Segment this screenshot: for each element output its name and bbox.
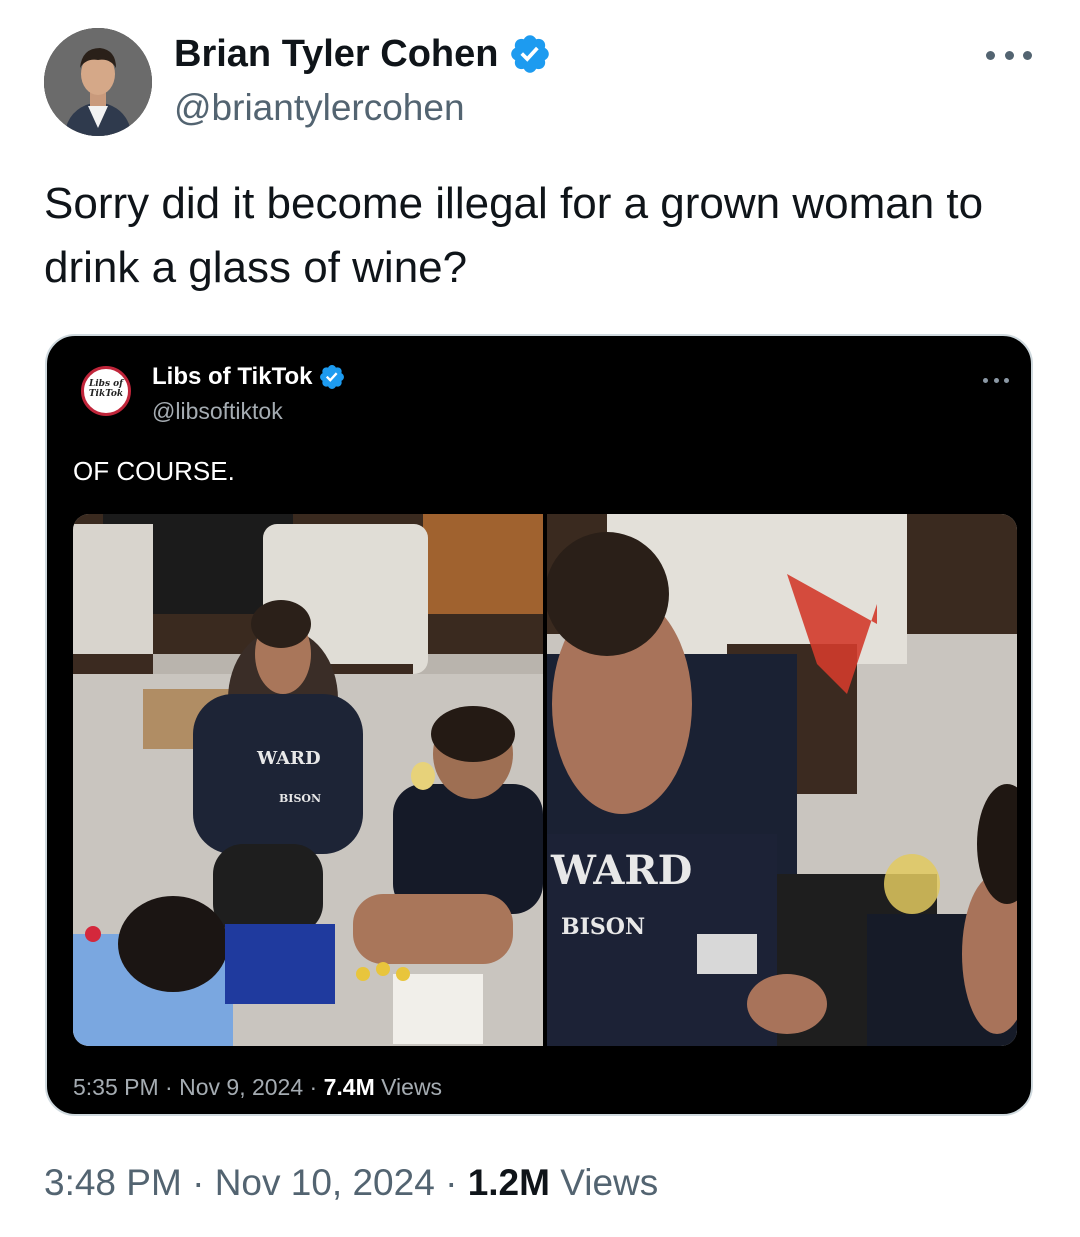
tweet-meta-separator-2: · [445, 1162, 458, 1203]
quoted-author-avatar[interactable]: Libs of TikTok [81, 366, 131, 416]
shirt-subtext-2: BISON [561, 914, 645, 940]
verified-badge-icon [511, 35, 550, 73]
quoted-name-row: Libs of TikTok [152, 363, 346, 391]
quoted-verified-badge-icon [320, 365, 345, 389]
quoted-views-label: Views [381, 1074, 443, 1100]
tweet-time[interactable]: 3:48 PM [44, 1162, 182, 1203]
tweet-meta-separator-1: · [192, 1162, 205, 1203]
shirt-subtext-1: BISON [279, 792, 321, 805]
tweet-date[interactable]: Nov 10, 2024 [215, 1162, 435, 1203]
quoted-date[interactable]: Nov 9, 2024 [179, 1074, 303, 1100]
quoted-meta-separator-1: · [165, 1074, 173, 1100]
quoted-meta-separator-2: · [309, 1074, 318, 1100]
tweet-meta: 3:48 PM · Nov 10, 2024 · 1.2M Views [44, 1162, 658, 1204]
quoted-tweet-card[interactable]: Libs of TikTok Libs of TikTok @libsoftik… [45, 334, 1033, 1116]
author-name-row: Brian Tyler Cohen [174, 32, 552, 76]
quoted-photo-2[interactable]: WARD BISON [547, 514, 1017, 1046]
quoted-avatar-logo-text: Libs of TikTok [88, 379, 124, 399]
quoted-views-count: 7.4M [323, 1074, 375, 1100]
tweet-text: Sorry did it become illegal for a grown … [44, 179, 984, 292]
shirt-text-1: WARD [256, 748, 321, 769]
author-avatar[interactable] [44, 28, 152, 136]
tweet-views-count[interactable]: 1.2M [468, 1162, 550, 1203]
quoted-time[interactable]: 5:35 PM [73, 1074, 159, 1100]
quoted-handle[interactable]: @libsoftiktok [152, 398, 283, 425]
quoted-tweet-text: OF COURSE. [73, 456, 235, 486]
quoted-photo-1[interactable]: WARD BISON [73, 514, 543, 1046]
tweet-views-label[interactable]: Views [560, 1162, 658, 1203]
more-options-icon[interactable] [986, 40, 1032, 70]
quoted-more-options-icon[interactable] [983, 376, 1009, 384]
author-handle[interactable]: @briantylercohen [174, 87, 465, 129]
quoted-display-name[interactable]: Libs of TikTok [152, 363, 312, 391]
shirt-text-2: WARD [550, 847, 692, 894]
author-display-name[interactable]: Brian Tyler Cohen [174, 33, 498, 76]
quoted-meta: 5:35 PM · Nov 9, 2024 · 7.4M Views [73, 1074, 442, 1101]
